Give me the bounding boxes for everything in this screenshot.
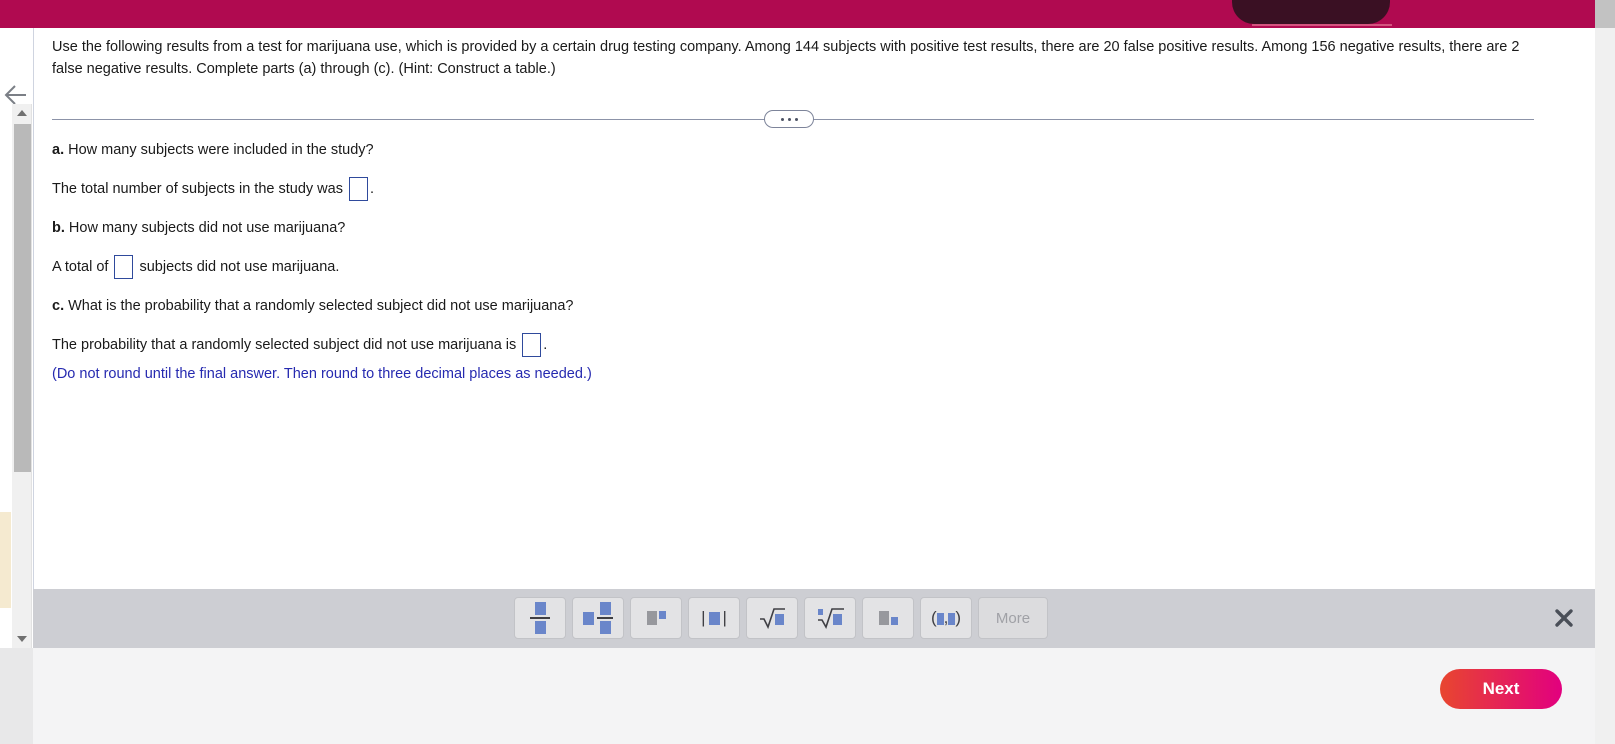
mixed-number-button[interactable] bbox=[572, 597, 624, 639]
part-a-answer-line: The total number of subjects in the stud… bbox=[52, 177, 1492, 201]
footer-bar: Next bbox=[0, 648, 1615, 744]
header-tab-underline bbox=[1252, 24, 1392, 26]
part-a-question: a. How many subjects were included in th… bbox=[52, 140, 1492, 160]
question-panel: Use the following results from a test fo… bbox=[33, 28, 1561, 589]
section-divider bbox=[52, 106, 1534, 132]
part-c-question: c. What is the probability that a random… bbox=[52, 296, 1492, 316]
part-b-answer-line: A total of subjects did not use marijuan… bbox=[52, 255, 1492, 279]
subscript-button[interactable] bbox=[862, 597, 914, 639]
rounding-hint: (Do not round until the final answer. Th… bbox=[52, 366, 592, 382]
absolute-value-icon: | | bbox=[701, 608, 727, 627]
part-c-answer-prefix: The probability that a randomly selected… bbox=[52, 336, 521, 353]
close-icon[interactable] bbox=[1553, 607, 1575, 629]
content-scrollbar[interactable] bbox=[12, 104, 32, 648]
part-a-answer-prefix: The total number of subjects in the stud… bbox=[52, 180, 347, 197]
interval-button[interactable]: (,) bbox=[920, 597, 972, 639]
page-root: Use the following results from a test fo… bbox=[0, 0, 1615, 744]
app-header-bar bbox=[0, 0, 1615, 28]
part-c-label: c. bbox=[52, 298, 65, 314]
header-active-tab[interactable] bbox=[1232, 0, 1390, 24]
part-c-text: What is the probability that a randomly … bbox=[64, 298, 574, 314]
question-prompt: Use the following results from a test fo… bbox=[52, 39, 1520, 77]
part-c-answer-input[interactable] bbox=[522, 333, 542, 357]
nth-root-button[interactable] bbox=[804, 597, 856, 639]
math-palette-toolbar: | | (,) More bbox=[33, 589, 1595, 648]
fraction-button[interactable] bbox=[514, 597, 566, 639]
highlight-strip bbox=[0, 512, 11, 608]
exponent-button[interactable] bbox=[630, 597, 682, 639]
part-b-question: b. How many subjects did not use marijua… bbox=[52, 218, 1492, 238]
question-body: a. How many subjects were included in th… bbox=[52, 140, 1492, 384]
part-b-answer-input[interactable] bbox=[114, 255, 134, 279]
power-icon bbox=[646, 611, 666, 625]
part-a-label: a. bbox=[52, 142, 65, 158]
fraction-icon bbox=[530, 602, 550, 634]
part-a-text: How many subjects were included in the s… bbox=[64, 142, 374, 158]
page-scrollbar[interactable] bbox=[1595, 28, 1615, 744]
part-b-text: How many subjects did not use marijuana? bbox=[64, 220, 346, 236]
next-button[interactable]: Next bbox=[1440, 669, 1562, 709]
sqrt-icon bbox=[758, 606, 786, 630]
part-b-label: b. bbox=[52, 220, 65, 236]
part-a-answer-suffix: . bbox=[369, 180, 375, 197]
part-a-answer-input[interactable] bbox=[348, 177, 368, 201]
math-palette-buttons: | | (,) More bbox=[514, 597, 1048, 639]
square-root-button[interactable] bbox=[746, 597, 798, 639]
more-button[interactable]: More bbox=[978, 597, 1048, 639]
footer-left-strip bbox=[0, 648, 33, 744]
scrollbar-thumb[interactable] bbox=[14, 124, 31, 472]
mixed-fraction-icon bbox=[583, 602, 613, 634]
scroll-down-arrow-icon[interactable] bbox=[12, 630, 32, 648]
scroll-up-arrow-icon[interactable] bbox=[12, 104, 32, 122]
subscript-icon bbox=[878, 611, 898, 625]
nth-root-icon bbox=[815, 606, 845, 630]
interval-icon: (,) bbox=[930, 608, 962, 627]
part-b-answer-suffix: subjects did not use marijuana. bbox=[135, 258, 340, 275]
ellipsis-pill-icon[interactable] bbox=[764, 110, 814, 128]
part-b-answer-prefix: A total of bbox=[52, 258, 113, 275]
absolute-value-button[interactable]: | | bbox=[688, 597, 740, 639]
part-c-answer-suffix: . bbox=[543, 336, 548, 353]
part-c-answer-line: The probability that a randomly selected… bbox=[52, 333, 1492, 357]
scrollbar-top-cap bbox=[1595, 0, 1615, 28]
